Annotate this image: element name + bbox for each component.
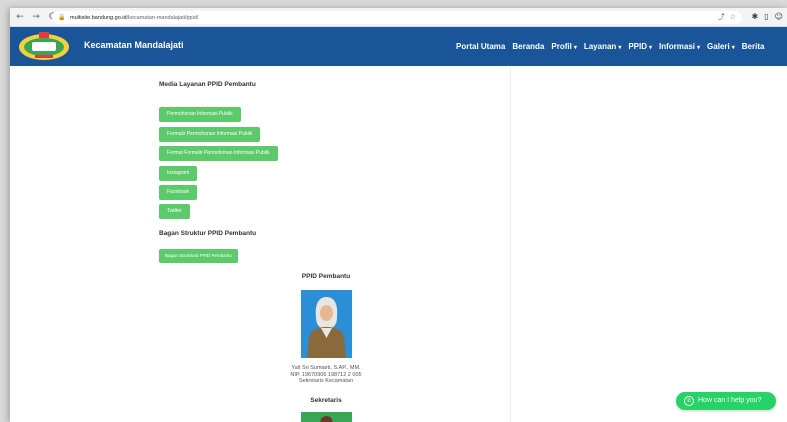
back-icon[interactable]: ← [14,11,26,23]
nav-galeri[interactable]: Galeri ▾ [707,42,735,51]
site-header: Kecamatan Mandalajati Portal Utama Beran… [10,27,787,66]
url-text: multisite.bandung.go.id/kecamatan-mandal… [70,14,199,21]
format-formulir-button[interactable]: Format Formulir Permohonan Informasi Pub… [159,146,278,161]
nav-layanan[interactable]: Layanan ▾ [584,42,621,51]
media-heading: Media Layanan PPID Pembantu [159,81,256,88]
browser-toolbar: ← → C 🔒 multisite.bandung.go.id/kecamata… [10,8,787,27]
nav-berita[interactable]: Berita [742,42,765,51]
nav-profil[interactable]: Profil ▾ [551,42,576,51]
share-icon[interactable]: ⤴ [718,11,725,24]
bookmark-star-icon[interactable]: ☆ [730,11,736,24]
address-bar[interactable]: 🔒 multisite.bandung.go.id/kecamatan-mand… [52,11,742,24]
facebook-button[interactable]: Facebook [159,185,197,200]
chat-label: How can I help you? [698,397,762,404]
chevron-down-icon: ▾ [649,45,653,51]
ppid-heading: PPID Pembantu [301,273,351,280]
site-logo[interactable] [17,30,71,62]
profile-icon[interactable]: ☺ [775,11,783,23]
person-photo [301,290,352,358]
site-title[interactable]: Kecamatan Mandalajati [84,40,184,50]
nav-informasi[interactable]: Informasi ▾ [659,42,700,51]
twitter-button[interactable]: Twitter [159,204,190,219]
chevron-down-icon: ▾ [731,45,735,51]
whatsapp-icon: ✆ [684,396,694,406]
chevron-down-icon: ▾ [697,45,701,51]
instagram-button[interactable]: Instagram [159,166,198,181]
struktur-heading: Bagan Struktur PPID Pembantu [159,230,257,237]
forward-icon[interactable]: → [30,11,42,23]
extensions-icon[interactable]: ✱ [752,11,759,23]
chevron-down-icon: ▾ [573,45,577,51]
main-nav: Portal Utama Beranda Profil ▾ Layanan ▾ PP… [456,42,771,51]
sekretaris-photo [301,412,352,422]
sekretaris-heading: Sekretaris [310,397,342,404]
column-divider [510,66,511,422]
formulir-permohonan-button[interactable]: Formulir Permohonan Informasi Publik [159,127,261,142]
nav-beranda[interactable]: Beranda [512,42,544,51]
chevron-down-icon: ▾ [618,45,622,51]
permohonan-informasi-button[interactable]: Permohonan Informasi Publik [159,107,241,122]
sidepanel-icon[interactable]: ▯ [764,11,768,23]
person-role: Sekretaris Kecamatan [298,378,354,384]
nav-portal-utama[interactable]: Portal Utama [456,42,505,51]
lock-icon: 🔒 [58,13,66,21]
page-content: Media Layanan PPID Pembantu Permohonan I… [10,66,787,422]
browser-window: ← → C 🔒 multisite.bandung.go.id/kecamata… [10,8,787,422]
whatsapp-chat-button[interactable]: ✆ How can I help you? [676,392,776,410]
bagan-struktural-button[interactable]: Bagan Struktural PPID Pembantu [159,249,239,263]
nav-ppid[interactable]: PPID ▾ [628,42,652,51]
